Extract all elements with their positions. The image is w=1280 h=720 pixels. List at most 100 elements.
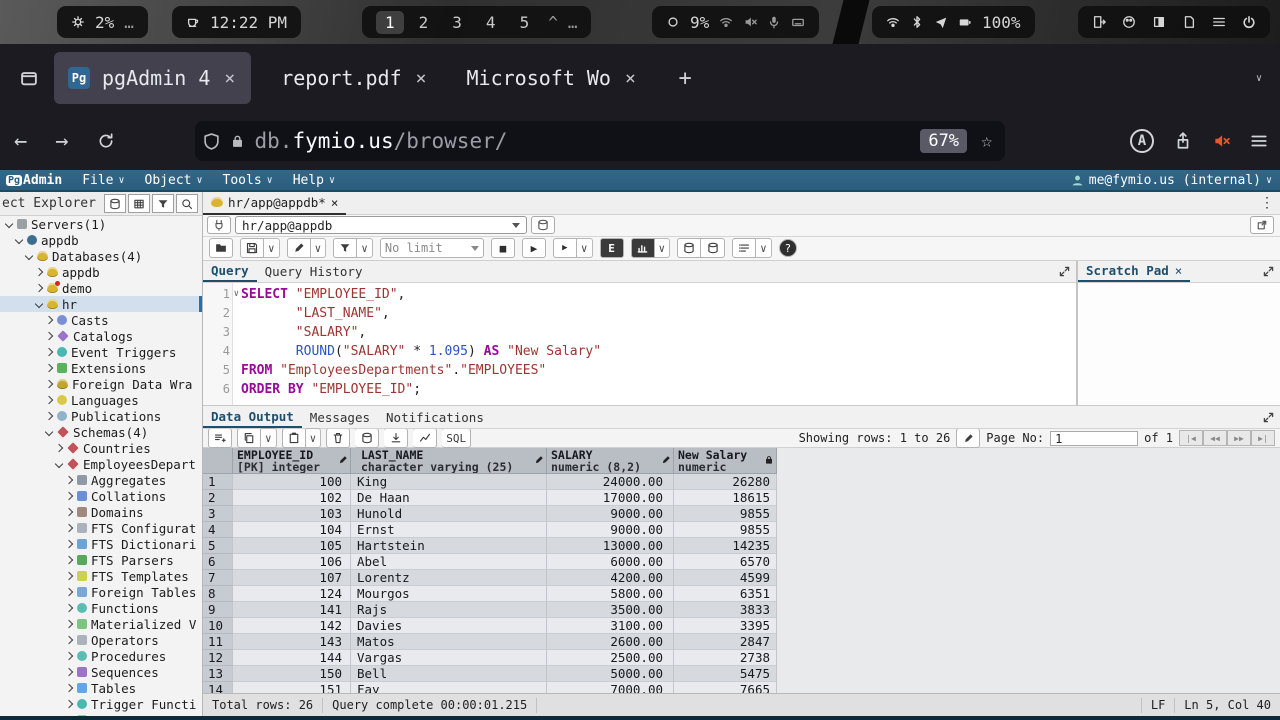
row-number-cell[interactable]: 3 [203,506,233,522]
view-data-button[interactable] [128,194,150,213]
tree-item-procedures[interactable]: Procedures [0,648,202,664]
cell-employee-id[interactable]: 141 [233,602,351,618]
user-menu[interactable]: me@fymio.us (internal) ∨ [1071,173,1272,188]
first-page-button[interactable]: |◀ [1179,430,1203,446]
lock-icon[interactable] [230,134,245,149]
graph-visualizer-button[interactable] [413,428,437,448]
chevron-down-icon[interactable] [15,236,23,244]
chevron-right-icon[interactable] [45,412,53,420]
copy-dropdown[interactable]: ∨ [261,428,277,448]
paste-button[interactable] [282,428,306,448]
macros-button[interactable] [732,238,756,258]
cell-new-salary[interactable]: 5475 [674,666,777,682]
execute-button[interactable]: ▶ [522,238,546,258]
tab-close-icon[interactable]: × [222,68,237,89]
chevron-right-icon[interactable] [65,508,73,516]
filtered-rows-button[interactable] [152,194,174,213]
save-file-button[interactable] [240,238,264,258]
back-button[interactable]: ← [0,129,41,154]
cell-last-name[interactable]: Bell [351,666,547,682]
workspace-1[interactable]: 1 [376,11,404,34]
tree-item-trigger-functi[interactable]: Trigger Functi [0,696,202,712]
row-number-cell[interactable]: 6 [203,554,233,570]
list-all-tabs-icon[interactable]: ∨ [1256,73,1262,84]
cell-employee-id[interactable]: 144 [233,650,351,666]
cell-last-name[interactable]: Hartstein [351,538,547,554]
column-header-last-name[interactable]: LAST_NAMEcharacter varying (25) [351,448,547,474]
tree-item-casts[interactable]: Casts [0,312,202,328]
cell-new-salary[interactable]: 2738 [674,650,777,666]
connection-status-button[interactable] [207,216,231,234]
cell-last-name[interactable]: Fay [351,682,547,693]
cell-new-salary[interactable]: 9855 [674,522,777,538]
explain-analyze-button[interactable] [631,238,655,258]
chevron-right-icon[interactable] [65,476,73,484]
chevron-right-icon[interactable] [65,652,73,660]
tree-item-domains[interactable]: Domains [0,504,202,520]
expand-editor-icon[interactable] [1059,266,1070,277]
cell-new-salary[interactable]: 6351 [674,586,777,602]
cell-employee-id[interactable]: 150 [233,666,351,682]
cpu-widget[interactable]: 2% … [57,6,148,38]
chevron-right-icon[interactable] [65,636,73,644]
tree-item-fts-dictionari[interactable]: FTS Dictionari [0,536,202,552]
row-number-cell[interactable]: 4 [203,522,233,538]
chevron-right-icon[interactable] [55,444,63,452]
chevron-right-icon[interactable] [45,380,53,388]
split-view-icon[interactable] [1152,15,1166,29]
stop-button[interactable]: ■ [491,238,515,258]
cell-salary[interactable]: 5000.00 [547,666,674,682]
chevron-right-icon[interactable] [45,348,53,356]
sql-editor[interactable]: 1∨23456 SELECT "EMPLOYEE_ID", "LAST_NAME… [203,283,1076,405]
cell-last-name[interactable]: Rajs [351,602,547,618]
cell-last-name[interactable]: Hunold [351,506,547,522]
edit-dropdown[interactable]: ∨ [311,238,327,258]
tree-item-event-triggers[interactable]: Event Triggers [0,344,202,360]
menu-help[interactable]: Help ∨ [283,173,345,188]
row-number-cell[interactable]: 7 [203,570,233,586]
tab-data-output[interactable]: Data Output [203,406,302,428]
tree-item-tables[interactable]: Tables [0,680,202,696]
chevron-right-icon[interactable] [65,604,73,612]
execute-options-button[interactable]: ▶ [553,238,577,258]
tracking-shield-icon[interactable] [203,133,220,150]
chevron-right-icon[interactable] [35,284,43,292]
chevron-down-icon[interactable] [35,300,43,308]
edit-button[interactable] [287,238,311,258]
tree-item-demo[interactable]: demo [0,280,202,296]
forward-button[interactable]: → [41,129,82,154]
workspace-3[interactable]: 3 [443,11,471,34]
tab-scratch-pad[interactable]: Scratch Pad × [1078,260,1190,282]
column-header-new-salary[interactable]: New Salarynumeric [674,448,777,474]
tree-item-schemas-4-[interactable]: Schemas(4) [0,424,202,440]
column-header-salary[interactable]: SALARYnumeric (8,2) [547,448,674,474]
help-button[interactable]: ? [779,239,797,257]
fold-icon[interactable]: ∨ [234,285,239,304]
cell-salary[interactable]: 4200.00 [547,570,674,586]
tree-item-operators[interactable]: Operators [0,632,202,648]
cell-salary[interactable]: 3500.00 [547,602,674,618]
tab-close-icon[interactable]: × [414,68,429,89]
tree-item-materialized-v[interactable]: Materialized V [0,616,202,632]
cell-last-name[interactable]: Mourgos [351,586,547,602]
extension-icon[interactable] [1212,132,1230,150]
delete-row-button[interactable] [326,428,350,448]
tree-item-foreign-data-wra[interactable]: Foreign Data Wra [0,376,202,392]
chevron-right-icon[interactable] [65,588,73,596]
commit-button[interactable] [677,238,701,258]
cell-salary[interactable]: 24000.00 [547,474,674,490]
row-number-cell[interactable]: 11 [203,634,233,650]
tree-item-fts-templates[interactable]: FTS Templates [0,568,202,584]
cell-salary[interactable]: 2600.00 [547,634,674,650]
cell-new-salary[interactable]: 4599 [674,570,777,586]
macros-dropdown[interactable]: ∨ [756,238,772,258]
menu-lines-icon[interactable] [1212,15,1226,29]
copy-button[interactable] [237,428,261,448]
tree-item-employeesdepart[interactable]: EmployeesDepart [0,456,202,472]
row-number-cell[interactable]: 5 [203,538,233,554]
chevron-right-icon[interactable] [45,316,53,324]
logout-icon[interactable] [1092,15,1106,29]
execute-dropdown[interactable]: ∨ [577,238,593,258]
open-new-tab-icon[interactable] [1250,216,1274,234]
query-tool-tab[interactable]: hr/app@appdb* × [203,192,346,215]
